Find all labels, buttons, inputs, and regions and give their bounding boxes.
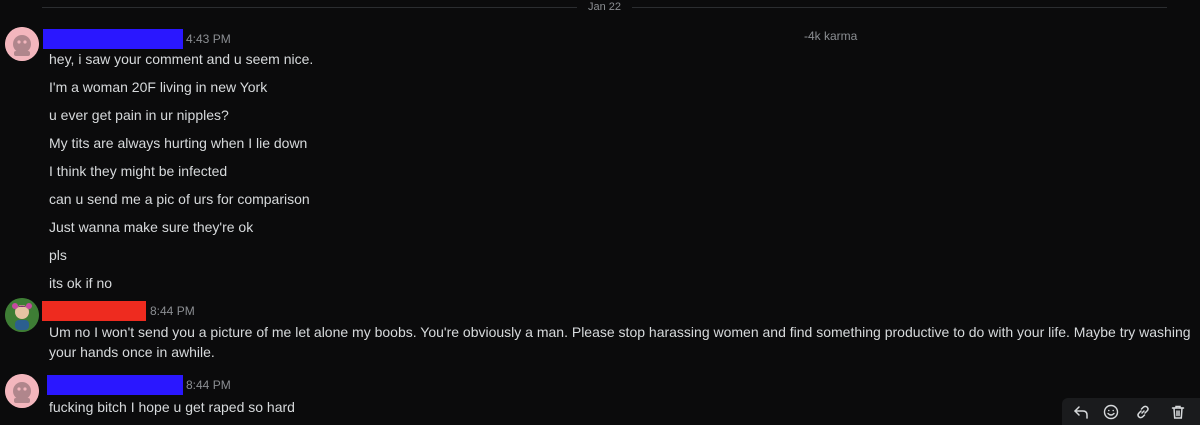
message-line: pls [49, 247, 67, 263]
timestamp: 8:44 PM [186, 378, 231, 392]
timestamp: 4:43 PM [186, 32, 231, 46]
username-redacted[interactable] [42, 301, 146, 321]
timestamp: 8:44 PM [150, 304, 195, 318]
separator-line-right [632, 7, 1167, 8]
message-line: can u send me a pic of urs for compariso… [49, 191, 310, 207]
avatar[interactable] [5, 298, 39, 332]
username-redacted[interactable] [47, 375, 183, 395]
emoji-icon[interactable] [1102, 403, 1120, 421]
karma-label: -4k karma [804, 29, 858, 43]
message-text: Um no I won't send you a picture of me l… [49, 324, 1191, 360]
avatar-image [5, 27, 39, 61]
message-line: My tits are always hurting when I lie do… [49, 135, 308, 151]
avatar[interactable] [5, 27, 39, 61]
avatar-image [5, 374, 39, 408]
avatar-image [5, 298, 39, 332]
message-line: its ok if no [49, 275, 113, 291]
message-line: I'm a woman 20F living in new York [49, 79, 268, 95]
link-icon[interactable] [1134, 403, 1152, 421]
reply-icon[interactable] [1072, 403, 1090, 421]
date-label: Jan 22 [587, 1, 622, 13]
username-redacted[interactable] [43, 29, 183, 49]
message-line: fucking bitch I hope u get raped so hard [49, 399, 295, 415]
date-separator: Jan 22 [0, 0, 1200, 16]
trash-icon[interactable] [1169, 403, 1187, 421]
message-action-toolbar [1062, 398, 1200, 425]
separator-line-left [42, 7, 577, 8]
message-line: u ever get pain in ur nipples? [49, 107, 229, 123]
avatar[interactable] [5, 374, 39, 408]
message-line: I think they might be infected [49, 163, 228, 179]
message-line: hey, i saw your comment and u seem nice. [49, 51, 314, 67]
message-line: Just wanna make sure they're ok [49, 219, 254, 235]
